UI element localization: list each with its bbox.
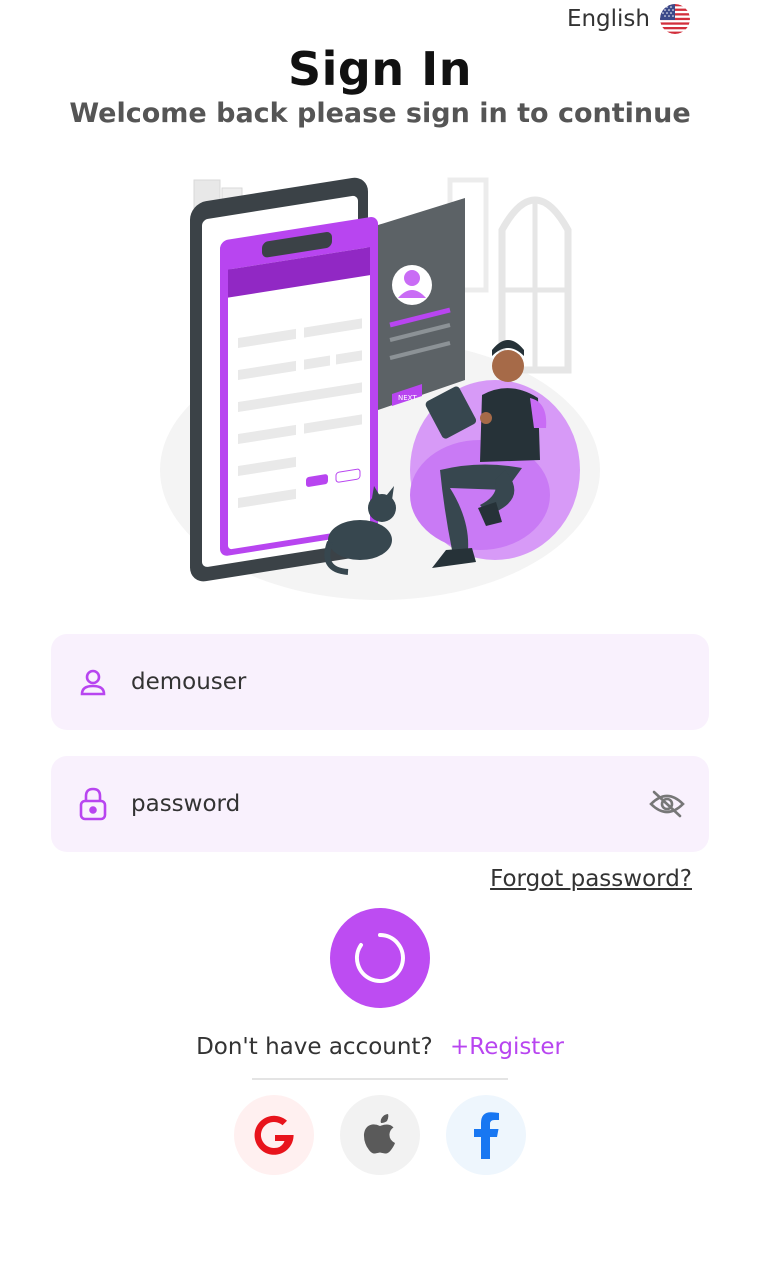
register-link[interactable]: +Register xyxy=(450,1034,564,1060)
apple-login-button[interactable] xyxy=(340,1095,420,1175)
username-input[interactable] xyxy=(131,634,709,730)
facebook-login-button[interactable] xyxy=(446,1095,526,1175)
lock-icon xyxy=(73,784,113,824)
sign-in-illustration: NEXT FORM xyxy=(160,177,600,600)
google-login-button[interactable] xyxy=(234,1095,314,1175)
password-field[interactable] xyxy=(51,756,709,852)
page-subtitle: Welcome back please sign in to continue xyxy=(69,98,691,129)
user-icon xyxy=(73,662,113,702)
page-title: Sign In xyxy=(288,42,472,96)
apple-icon xyxy=(363,1114,395,1154)
us-flag-icon xyxy=(660,4,690,34)
eye-off-icon[interactable] xyxy=(645,782,689,826)
loading-spinner-icon xyxy=(355,933,405,983)
password-input[interactable] xyxy=(131,756,645,852)
language-selector[interactable]: English xyxy=(567,4,690,34)
illustration-next-label: NEXT xyxy=(398,394,417,402)
register-question: Don't have account? xyxy=(196,1034,433,1060)
sign-in-button[interactable] xyxy=(330,908,430,1008)
google-icon xyxy=(254,1115,294,1155)
forgot-password-link[interactable]: Forgot password? xyxy=(490,866,692,892)
username-field[interactable] xyxy=(51,634,709,730)
language-label: English xyxy=(566,6,650,32)
register-row: Don't have account? +Register xyxy=(0,1034,760,1060)
divider xyxy=(252,1078,508,1080)
facebook-icon xyxy=(474,1112,499,1159)
